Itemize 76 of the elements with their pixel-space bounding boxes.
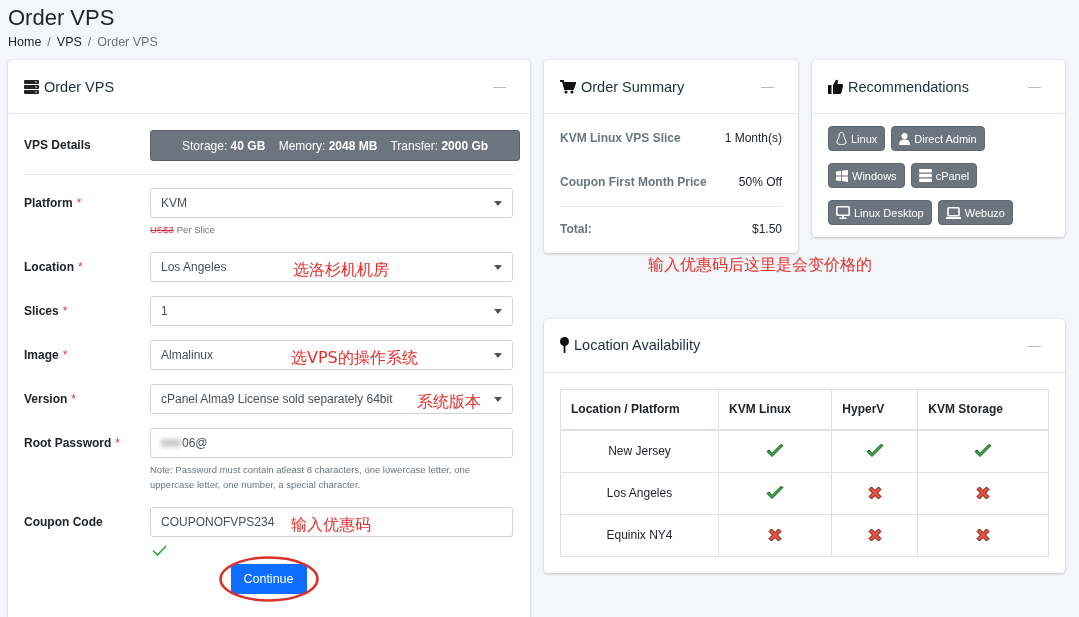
location-cell: New Jersey bbox=[560, 429, 719, 472]
breadcrumb-link[interactable]: Home bbox=[8, 35, 42, 49]
annotation-text: 选洛杉机机房 bbox=[293, 261, 389, 279]
field-label: VPS Details bbox=[24, 137, 92, 154]
column-header: Location / Platform bbox=[560, 389, 719, 430]
recommendation-button[interactable]: cPanel bbox=[910, 163, 978, 188]
coupon-field[interactable]: COUPONOFVPS234 输入优惠码 bbox=[150, 507, 513, 537]
continue-button[interactable]: Continue bbox=[230, 564, 307, 594]
caret-icon bbox=[494, 200, 502, 206]
summary-label: Coupon First Month Price bbox=[560, 175, 707, 189]
breadcrumb-current: Order VPS bbox=[97, 35, 158, 49]
recommendation-button[interactable]: Direct Admin bbox=[891, 126, 985, 151]
card-title: Recommendations bbox=[848, 78, 969, 95]
summary-label: KVM Linux VPS Slice bbox=[560, 131, 681, 145]
location-cell: Equinix NY4 bbox=[560, 514, 719, 556]
blurred-text-drawing bbox=[161, 439, 181, 447]
field-label: Root Password bbox=[24, 435, 112, 452]
caret-icon bbox=[494, 264, 502, 270]
caret-icon bbox=[494, 308, 502, 314]
summary-value: 50% Off bbox=[738, 175, 782, 189]
summary-value: 1 Month(s) bbox=[724, 131, 782, 145]
password-text: 06@ bbox=[182, 436, 208, 450]
field-label: Platform bbox=[24, 195, 73, 212]
cart-icon bbox=[560, 79, 576, 94]
server-icon bbox=[918, 169, 932, 182]
old-price: US$3 bbox=[150, 224, 174, 235]
server-icon bbox=[24, 79, 39, 94]
annotation-text: 输入优惠码后这里是会变价格的 bbox=[648, 255, 872, 276]
vps-details-bar: Storage: 40 GB Memory: 2048 MB Transfer: 2000 Gb bbox=[150, 130, 520, 161]
field-label: Version bbox=[24, 391, 68, 408]
select-field[interactable]: Los Angeles 选洛杉机机房 bbox=[150, 252, 513, 282]
select-field[interactable]: cPanel Alma9 License sold separately 64bit 系统版本 bbox=[150, 384, 513, 414]
column-header: KVM Storage bbox=[917, 389, 1049, 430]
annotation-text: 系统版本 bbox=[417, 393, 481, 411]
total-label: Total: bbox=[560, 222, 592, 236]
breadcrumb-separator: / bbox=[47, 35, 51, 49]
field-note: Note: Password must contain atleast 8 characters, one lowercase letter, one uppercase letter, one number, a special character. bbox=[150, 464, 470, 490]
caret-icon bbox=[494, 352, 502, 358]
caret-icon bbox=[494, 396, 502, 402]
required-mark: * bbox=[62, 303, 68, 320]
select-field[interactable]: Almalinux 选VPS的操作系统 bbox=[150, 340, 513, 370]
user-icon bbox=[899, 132, 911, 145]
annotation-text: 输入优惠码 bbox=[291, 516, 371, 534]
annotation-text: 选VPS的操作系统 bbox=[291, 349, 418, 367]
breadcrumb-link[interactable]: VPS bbox=[56, 35, 82, 49]
location-cell: Los Angeles bbox=[560, 472, 719, 514]
field-label: Location bbox=[24, 259, 74, 276]
field-label: Image bbox=[24, 347, 59, 364]
card-title: Location Availability bbox=[574, 337, 701, 353]
card-title: Order VPS bbox=[44, 78, 115, 95]
field-label: Slices bbox=[24, 303, 59, 320]
recommendation-button[interactable]: Windows bbox=[828, 163, 905, 188]
windows-icon bbox=[836, 169, 848, 182]
required-mark: * bbox=[78, 259, 83, 276]
password-field[interactable]: 06@ bbox=[150, 428, 513, 458]
page-title: Order VPS bbox=[8, 4, 116, 32]
recommendation-button[interactable]: Linux bbox=[828, 126, 886, 151]
recommendation-button[interactable]: Linux Desktop bbox=[828, 200, 932, 225]
breadcrumb-separator: / bbox=[87, 35, 92, 49]
required-mark: * bbox=[76, 195, 82, 212]
field-label: Coupon Code bbox=[24, 514, 103, 531]
total-value: $1.50 bbox=[751, 222, 782, 236]
card-title: Order Summary bbox=[581, 78, 685, 95]
column-header: HyperV bbox=[831, 389, 918, 430]
field-note: Per Slice bbox=[176, 224, 215, 235]
column-header: KVM Linux bbox=[718, 389, 832, 430]
recommendation-button[interactable]: Webuzo bbox=[937, 200, 1013, 225]
thumbs-up-icon bbox=[828, 79, 843, 94]
select-field[interactable]: KVM bbox=[150, 188, 513, 218]
monitor-icon bbox=[836, 206, 850, 219]
pin-icon bbox=[560, 337, 569, 353]
required-mark: * bbox=[115, 435, 121, 452]
required-mark: * bbox=[71, 391, 77, 408]
laptop-icon bbox=[945, 206, 961, 219]
select-field[interactable]: 1 bbox=[150, 296, 513, 326]
required-mark: * bbox=[62, 347, 68, 364]
